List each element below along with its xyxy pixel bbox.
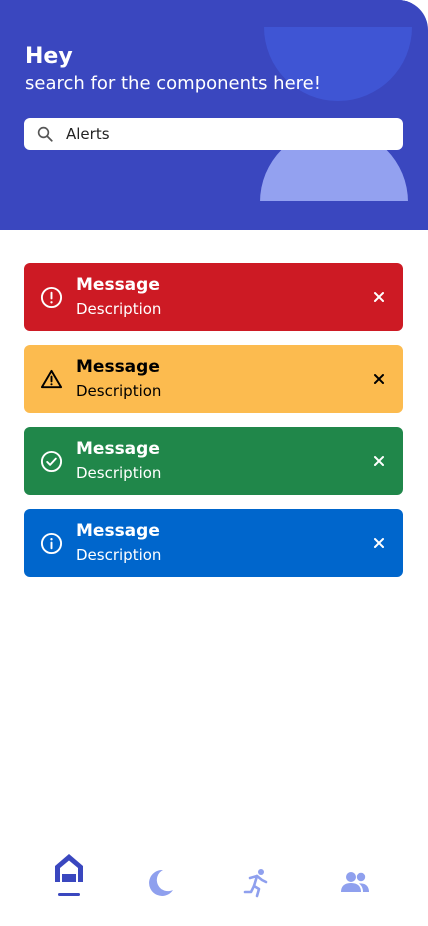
alert-success: Message Description — [24, 427, 403, 495]
moon-icon[interactable] — [145, 868, 175, 898]
close-icon[interactable] — [372, 290, 386, 304]
close-icon[interactable] — [372, 372, 386, 386]
search-icon — [37, 126, 53, 142]
greeting-subtitle: search for the components here! — [25, 73, 321, 94]
alerts-list: Message Description Message Description — [24, 263, 403, 591]
search-bar[interactable] — [24, 118, 403, 150]
close-icon[interactable] — [372, 454, 386, 468]
warning-triangle-icon — [40, 369, 63, 389]
alert-info: Message Description — [24, 509, 403, 577]
alert-description: Description — [76, 546, 162, 564]
alert-description: Description — [76, 300, 162, 318]
info-circle-icon — [40, 532, 63, 555]
greeting-title: Hey — [25, 44, 73, 69]
alert-title: Message — [76, 521, 160, 541]
header: Hey search for the components here! — [0, 0, 428, 230]
alert-warning: Message Description — [24, 345, 403, 413]
close-icon[interactable] — [372, 536, 386, 550]
alert-circle-icon — [40, 286, 63, 309]
home-icon[interactable] — [52, 850, 86, 884]
active-tab-indicator — [58, 893, 80, 896]
search-input[interactable] — [66, 125, 366, 143]
alert-description: Description — [76, 464, 162, 482]
people-icon[interactable] — [340, 868, 370, 898]
check-circle-icon — [40, 450, 63, 473]
alert-title: Message — [76, 439, 160, 459]
alert-title: Message — [76, 275, 160, 295]
running-icon[interactable] — [242, 868, 272, 898]
alert-description: Description — [76, 382, 162, 400]
alert-error: Message Description — [24, 263, 403, 331]
alert-title: Message — [76, 357, 160, 377]
bottom-navigation — [0, 846, 428, 926]
